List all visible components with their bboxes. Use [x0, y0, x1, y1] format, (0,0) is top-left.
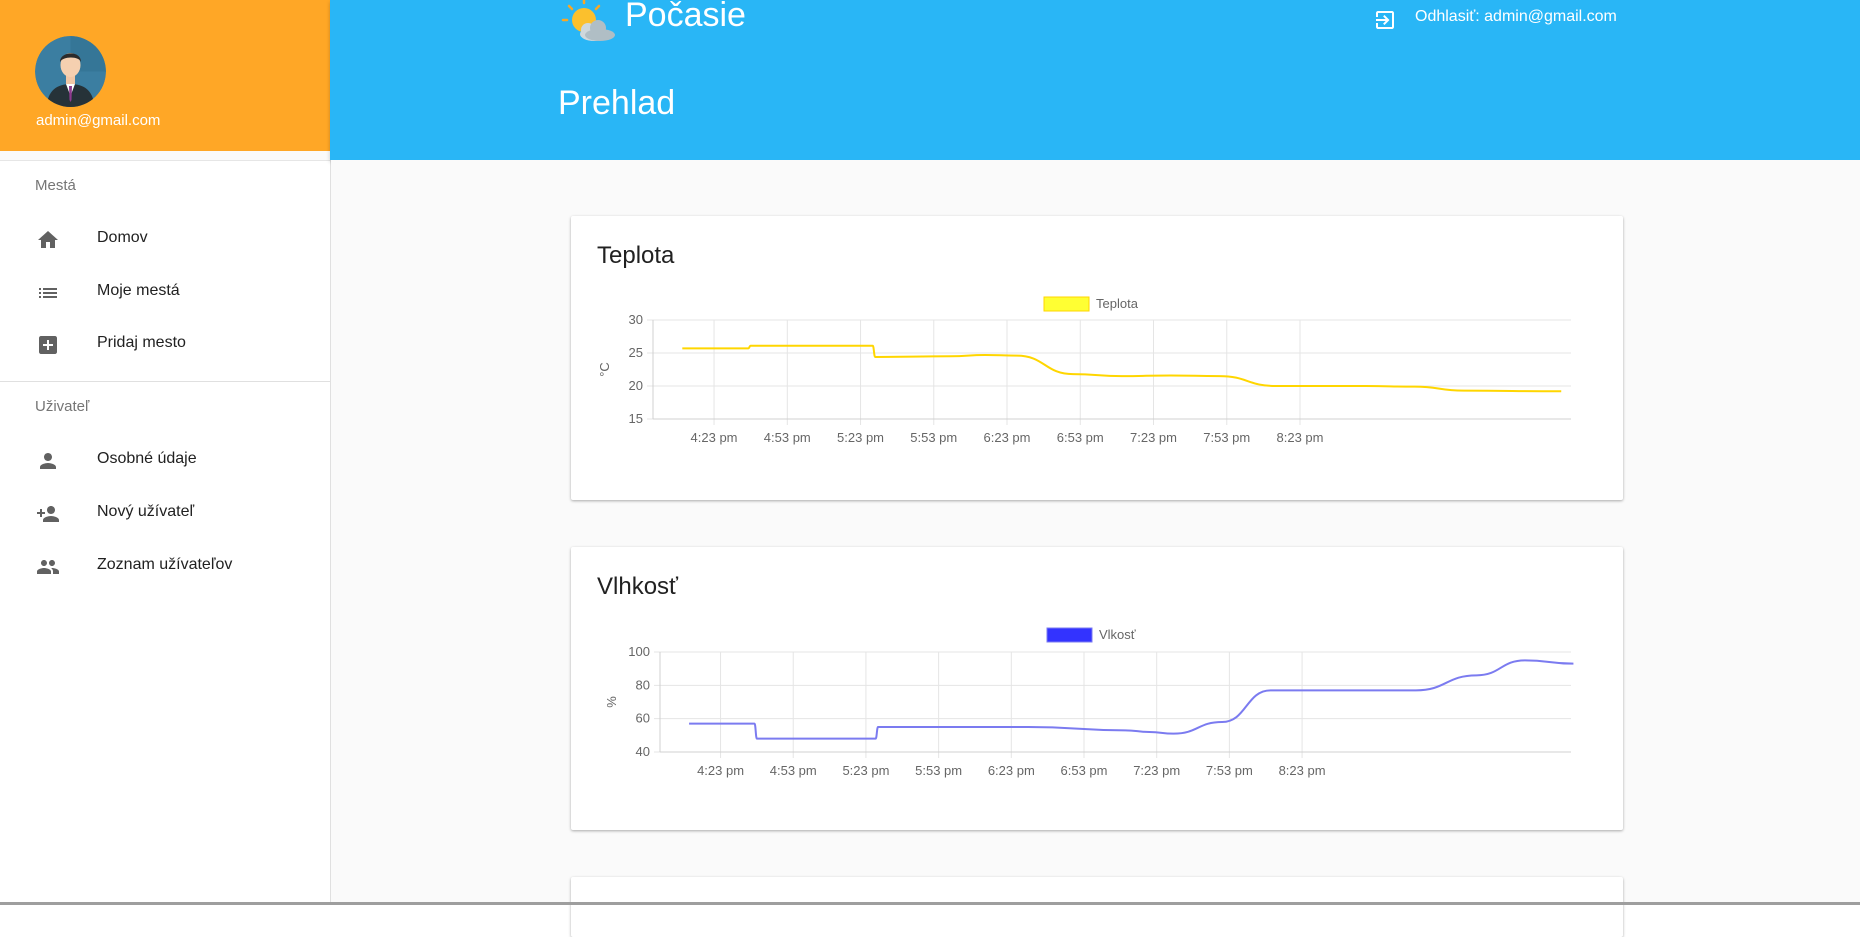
y-tick-label: 15 — [629, 411, 643, 426]
temperature-card: Teplota 15 20 25 30 4:23 pm 4:53 pm 5:23 pm 5:5… — [571, 216, 1623, 500]
user-email: admin@gmail.com — [36, 112, 161, 129]
sidebar-item-user-list[interactable]: Zoznam užívateľov — [0, 541, 330, 591]
x-tick-label: 7:53 pm — [1203, 430, 1250, 445]
app-title: Počasie — [625, 0, 746, 34]
x-tick-label: 7:23 pm — [1133, 763, 1180, 778]
people-icon — [37, 560, 59, 574]
y-tick-label: 60 — [636, 711, 650, 726]
sidebar-item-label: Moje mestá — [97, 282, 180, 299]
y-axis-label: °C — [597, 362, 612, 377]
y-tick-label: 30 — [629, 312, 643, 327]
x-tick-label: 7:53 pm — [1206, 763, 1253, 778]
y-tick-label: 80 — [636, 677, 650, 692]
logout-label: Odhlasiť: admin@gmail.com — [1415, 8, 1617, 25]
sidebar-item-label: Pridaj mesto — [97, 334, 186, 351]
x-tick-label: 5:23 pm — [842, 763, 889, 778]
x-tick-label: 6:53 pm — [1061, 763, 1108, 778]
sidebar-item-home[interactable]: Domov — [0, 214, 330, 264]
legend-swatch — [1043, 296, 1090, 312]
sidebar-item-personal-data[interactable]: Osobné údaje — [0, 435, 330, 485]
temperature-chart: 15 20 25 30 4:23 pm 4:53 pm 5:23 pm 5:53 pm 6:23… — [597, 296, 1571, 445]
list-icon — [39, 288, 57, 298]
series-line — [689, 659, 1574, 740]
sidebar-profile-header: admin@gmail.com — [0, 0, 330, 151]
avatar — [35, 36, 106, 107]
legend-label: Vlkosť — [1099, 627, 1136, 642]
x-tick-label: 6:23 pm — [988, 763, 1035, 778]
subheader-cities: Mestá — [35, 177, 76, 194]
y-tick-label: 100 — [628, 644, 650, 659]
x-tick-label: 6:23 pm — [984, 430, 1031, 445]
sidebar-item-label: Nový užívateľ — [97, 503, 195, 520]
home-icon — [38, 231, 58, 248]
x-tick-label: 4:53 pm — [764, 430, 811, 445]
legend-swatch — [1046, 627, 1093, 643]
x-tick-label: 5:53 pm — [910, 430, 957, 445]
x-tick-label: 7:23 pm — [1130, 430, 1177, 445]
sidebar-item-label: Zoznam užívateľov — [97, 556, 233, 573]
humidity-card: Vlhkosť 40 60 80 100 4:23 pm 4:53 pm 5:23 pm 5:… — [571, 547, 1623, 830]
next-card — [571, 877, 1623, 937]
page-title: Prehlad — [558, 84, 676, 122]
person-icon — [40, 453, 56, 469]
x-tick-label: 6:53 pm — [1057, 430, 1104, 445]
sidebar-item-label: Domov — [97, 229, 148, 246]
subheader-user: Uživateľ — [35, 398, 90, 415]
y-tick-label: 20 — [629, 378, 643, 393]
add-box-icon — [39, 336, 57, 354]
avatar-image — [35, 36, 106, 107]
x-tick-label: 4:23 pm — [697, 763, 744, 778]
x-tick-label: 4:53 pm — [770, 763, 817, 778]
x-tick-label: 5:23 pm — [837, 430, 884, 445]
x-tick-label: 4:23 pm — [691, 430, 738, 445]
person-add-icon — [37, 506, 59, 522]
sidebar-divider — [0, 381, 330, 382]
logout-icon — [1376, 11, 1394, 29]
sidebar-item-label: Osobné údaje — [97, 450, 197, 467]
y-tick-label: 25 — [629, 345, 643, 360]
humidity-chart: 40 60 80 100 4:23 pm 4:53 pm 5:23 pm 5:53 pm 6:2… — [604, 627, 1574, 778]
y-axis-label: % — [604, 696, 619, 708]
sidebar-item-new-user[interactable]: Nový užívateľ — [0, 488, 330, 538]
sidebar-divider — [0, 151, 330, 161]
legend-label: Teplota — [1096, 296, 1139, 311]
weather-logo-icon — [561, 0, 615, 41]
sidebar-item-add-city[interactable]: Pridaj mesto — [0, 319, 330, 369]
sidebar-item-my-cities[interactable]: Moje mestá — [0, 267, 330, 317]
x-tick-label: 8:23 pm — [1279, 763, 1326, 778]
x-tick-label: 5:53 pm — [915, 763, 962, 778]
sidebar: admin@gmail.com Mestá Domov Moje mestá P… — [0, 0, 331, 905]
y-tick-label: 40 — [636, 744, 650, 759]
x-tick-label: 8:23 pm — [1277, 430, 1324, 445]
